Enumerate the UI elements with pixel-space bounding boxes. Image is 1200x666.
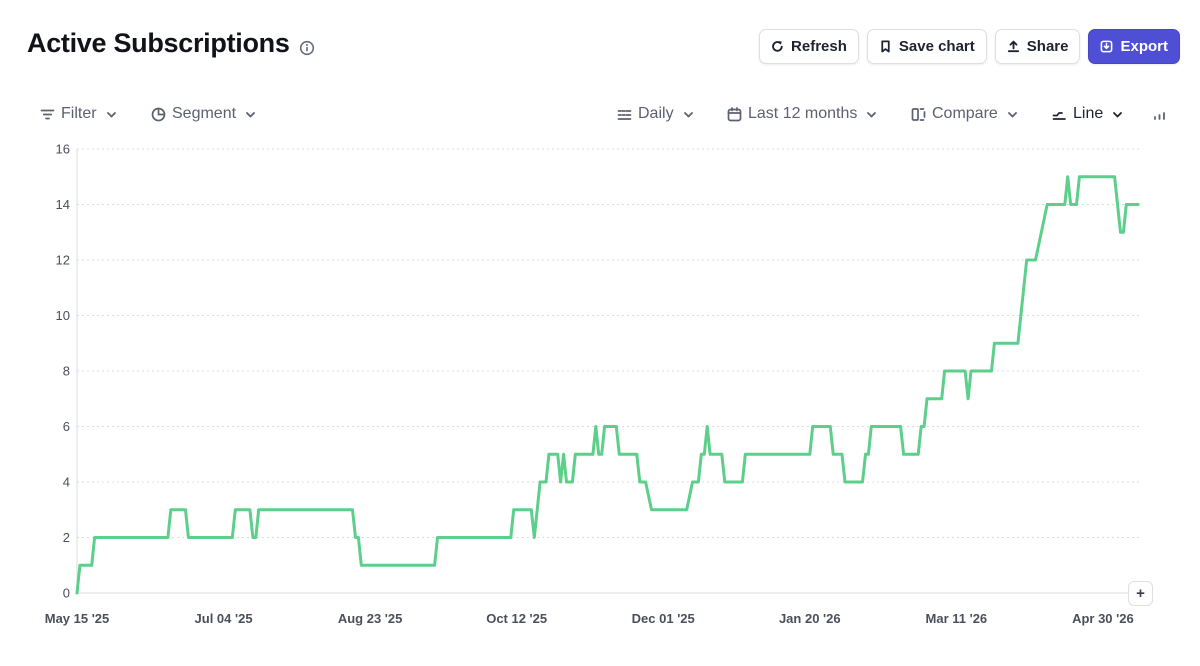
compare-icon	[911, 107, 926, 121]
chevron-down-icon	[1007, 111, 1017, 117]
calendar-grid-icon	[617, 109, 632, 120]
calendar-icon	[727, 106, 742, 121]
x-tick-label: Jul 04 '25	[195, 611, 253, 626]
chart-grid	[77, 148, 1141, 538]
share-button[interactable]: Share	[994, 29, 1081, 64]
filter-label: Filter	[61, 105, 97, 122]
plus-icon: +	[1136, 585, 1145, 602]
line-chart-icon	[1052, 111, 1066, 120]
x-tick-label: Aug 23 '25	[338, 611, 403, 626]
filter-icon	[40, 109, 55, 119]
chart-type-label: Line	[1073, 105, 1104, 122]
save-chart-label: Save chart	[898, 38, 975, 55]
y-tick-label: 6	[63, 419, 70, 434]
active-subscriptions-line-chart: 0 2 4 6 8 10 12 14 16 May 15 '25 Jul 04 '25 Aug 23 …	[45, 142, 1141, 626]
interval-dropdown[interactable]: Daily	[617, 96, 694, 132]
chart-axes: 0 2 4 6 8 10 12 14 16 May 15 '25 Jul 04 '25 Aug 23 …	[45, 142, 1141, 626]
bar-options-icon	[1154, 111, 1165, 120]
y-tick-label: 8	[63, 364, 70, 379]
pie-chart-icon	[151, 107, 166, 121]
bookmark-icon	[881, 40, 890, 53]
x-tick-label: Apr 30 '26	[1072, 611, 1134, 626]
x-tick-label: May 15 '25	[45, 611, 110, 626]
interval-label: Daily	[638, 105, 674, 122]
chevron-down-icon	[1113, 111, 1123, 117]
add-annotation-button[interactable]: +	[1128, 581, 1153, 606]
date-range-label: Last 12 months	[748, 105, 858, 122]
date-range-dropdown[interactable]: Last 12 months	[727, 96, 877, 132]
x-tick-label: Jan 20 '26	[779, 611, 841, 626]
y-tick-label: 4	[63, 475, 70, 490]
segment-label: Segment	[172, 105, 237, 122]
chart-series	[75, 175, 1140, 595]
y-tick-label: 16	[56, 142, 70, 157]
page-header: Active Subscriptions Refresh Save chart …	[0, 0, 1200, 90]
upload-icon	[1007, 40, 1019, 53]
header-actions: Refresh Save chart Share Export	[759, 29, 1180, 64]
chart-toolbar: Filter Segment Daily Last 12 months Comp…	[0, 96, 1200, 132]
filter-dropdown[interactable]: Filter	[40, 96, 117, 132]
export-label: Export	[1120, 38, 1168, 55]
refresh-icon	[772, 41, 783, 52]
refresh-label: Refresh	[791, 38, 847, 55]
chevron-down-icon	[246, 111, 255, 117]
save-chart-button[interactable]: Save chart	[866, 29, 987, 64]
share-label: Share	[1026, 38, 1069, 55]
y-tick-label: 10	[56, 308, 70, 323]
x-tick-label: Mar 11 '26	[926, 611, 988, 626]
series-line[interactable]	[75, 175, 1140, 595]
chevron-down-icon	[867, 111, 877, 117]
y-tick-label: 12	[56, 253, 70, 268]
segment-dropdown[interactable]: Segment	[151, 96, 256, 132]
y-tick-label: 14	[56, 197, 70, 212]
page-title: Active Subscriptions	[27, 28, 290, 58]
chart-type-dropdown[interactable]: Line	[1052, 96, 1123, 132]
export-icon	[1101, 40, 1113, 53]
export-button[interactable]: Export	[1088, 29, 1180, 64]
compare-dropdown[interactable]: Compare	[911, 96, 1018, 132]
chevron-down-icon	[106, 111, 116, 117]
chart-area: 0 2 4 6 8 10 12 14 16 May 15 '25 Jul 04 '25 Aug 23 …	[0, 135, 1200, 635]
refresh-button[interactable]: Refresh	[759, 29, 859, 64]
more-options-button[interactable]	[1152, 96, 1167, 132]
compare-label: Compare	[932, 105, 998, 122]
y-tick-label: 0	[63, 586, 70, 601]
chevron-down-icon	[683, 111, 693, 117]
y-tick-label: 2	[63, 530, 70, 545]
x-tick-label: Oct 12 '25	[486, 611, 547, 626]
info-circle-icon[interactable]	[299, 40, 315, 56]
x-tick-label: Dec 01 '25	[632, 611, 695, 626]
